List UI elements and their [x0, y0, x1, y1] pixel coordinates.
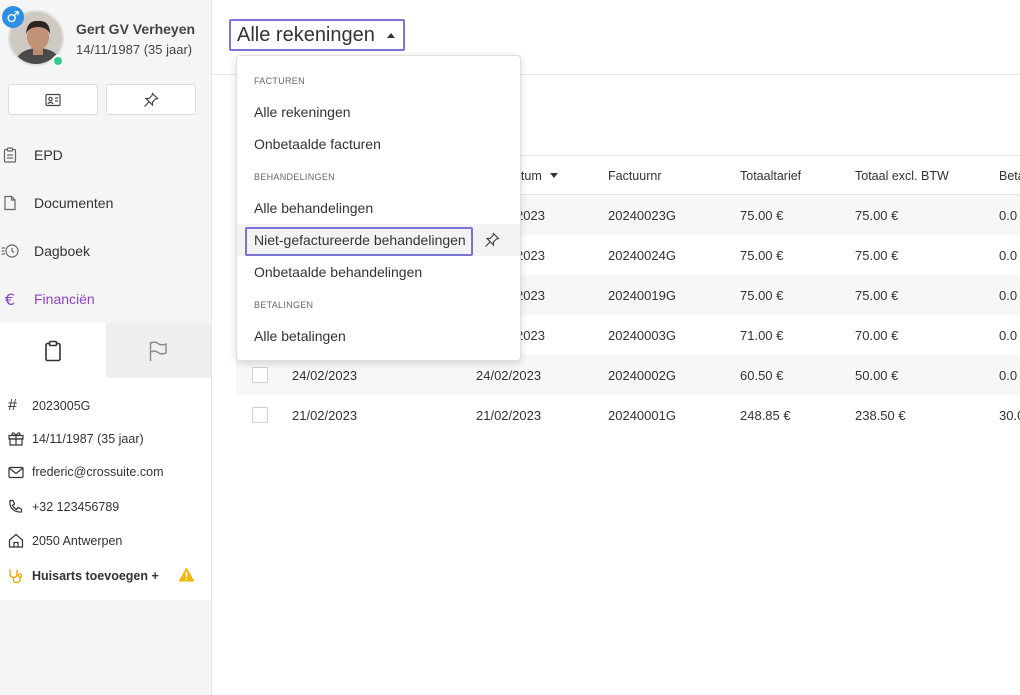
- row-checkbox[interactable]: [252, 367, 268, 383]
- patient-id-row: # 2023005G: [8, 397, 90, 415]
- stethoscope-icon: [8, 568, 32, 584]
- menu-item-niet-gefactureerde-behandelingen[interactable]: Niet-gefactureerde behandelingen: [254, 232, 466, 248]
- menu-section-betalingen: BETALINGEN: [254, 300, 314, 310]
- column-header-paid[interactable]: Beta: [999, 169, 1020, 183]
- nav-label: Documenten: [34, 195, 114, 211]
- menu-section-facturen: FACTUREN: [254, 76, 305, 86]
- page-title: Alle rekeningen: [237, 23, 375, 46]
- warning-icon: [178, 567, 195, 587]
- phone-icon: [8, 499, 32, 514]
- flag-icon: [150, 340, 167, 361]
- account-filter-dropdown[interactable]: Alle rekeningen: [229, 19, 405, 51]
- patient-birthdate: 14/11/1987 (35 jaar): [32, 431, 144, 446]
- menu-item-onbetaalde-behandelingen[interactable]: Onbetaalde behandelingen: [254, 264, 422, 280]
- add-gp-label: Huisarts toevoegen +: [32, 569, 159, 583]
- column-header-total-excl-vat[interactable]: Totaal excl. BTW: [855, 169, 949, 183]
- nav-item-dagboek[interactable]: Dagboek: [0, 231, 211, 271]
- pin-icon: [144, 91, 159, 107]
- pin-icon[interactable]: [484, 232, 500, 253]
- account-filter-menu: FACTUREN Alle rekeningen Onbetaalde fact…: [236, 55, 521, 361]
- document-icon: [0, 195, 34, 211]
- online-status-dot: [52, 55, 64, 67]
- email-row: frederic@crossuite.com: [8, 465, 163, 479]
- gift-icon: [8, 431, 32, 446]
- table-row[interactable]: 21/02/2023 21/02/2023 20240001G 248.85 €…: [236, 395, 1020, 435]
- contact-card-icon: [45, 93, 61, 106]
- home-icon: [8, 533, 32, 548]
- contact-card-button[interactable]: [8, 84, 98, 115]
- menu-item-alle-betalingen[interactable]: Alle betalingen: [254, 328, 346, 344]
- table-row[interactable]: 24/02/2023 24/02/2023 20240002G 60.50 € …: [236, 355, 1020, 395]
- menu-item-alle-behandelingen[interactable]: Alle behandelingen: [254, 200, 373, 216]
- tab-flag[interactable]: [105, 323, 211, 378]
- pin-button[interactable]: [106, 84, 196, 115]
- patient-dob: 14/11/1987 (35 jaar): [76, 42, 193, 57]
- address-row: 2050 Antwerpen: [8, 533, 122, 548]
- mail-icon: [8, 466, 32, 479]
- nav-item-financien[interactable]: € Financiën: [0, 279, 211, 319]
- nav-label: Financiën: [34, 291, 95, 307]
- menu-item-onbetaalde-facturen[interactable]: Onbetaalde facturen: [254, 136, 381, 152]
- sidebar: ♂ Gert GV Verheyen 14/11/1987 (35 jaar) …: [0, 0, 212, 695]
- patient-phone[interactable]: +32 123456789: [32, 500, 119, 514]
- hash-icon: #: [8, 397, 17, 414]
- history-icon: [0, 243, 34, 259]
- tab-clipboard[interactable]: [0, 323, 106, 378]
- euro-icon: €: [4, 289, 16, 309]
- nav-label: EPD: [34, 147, 63, 163]
- avatar-wrap[interactable]: ♂: [2, 6, 64, 67]
- clipboard-icon: [0, 147, 34, 163]
- birthdate-row: 14/11/1987 (35 jaar): [8, 431, 144, 446]
- menu-item-alle-rekeningen[interactable]: Alle rekeningen: [254, 104, 351, 120]
- patient-id: 2023005G: [32, 399, 91, 413]
- sort-down-icon: [549, 173, 558, 178]
- sidebar-tabs: [0, 323, 211, 378]
- phone-row: +32 123456789: [8, 499, 119, 514]
- caret-up-icon: [386, 33, 395, 38]
- menu-section-behandelingen: BEHANDELINGEN: [254, 172, 335, 182]
- male-gender-icon: ♂: [2, 6, 24, 28]
- nav-item-epd[interactable]: EPD: [0, 135, 211, 175]
- nav-item-documenten[interactable]: Documenten: [0, 183, 211, 223]
- column-header-total[interactable]: Totaaltarief: [740, 169, 801, 183]
- row-checkbox[interactable]: [252, 407, 268, 423]
- patient-address: 2050 Antwerpen: [32, 533, 123, 548]
- patient-email[interactable]: frederic@crossuite.com: [32, 465, 163, 479]
- add-gp-link[interactable]: Huisarts toevoegen +: [8, 568, 159, 584]
- column-header-invoice-nr[interactable]: Factuurnr: [608, 169, 662, 183]
- clipboard-icon: [44, 340, 61, 361]
- nav-label: Dagboek: [34, 243, 91, 259]
- patient-name: Gert GV Verheyen: [76, 21, 196, 37]
